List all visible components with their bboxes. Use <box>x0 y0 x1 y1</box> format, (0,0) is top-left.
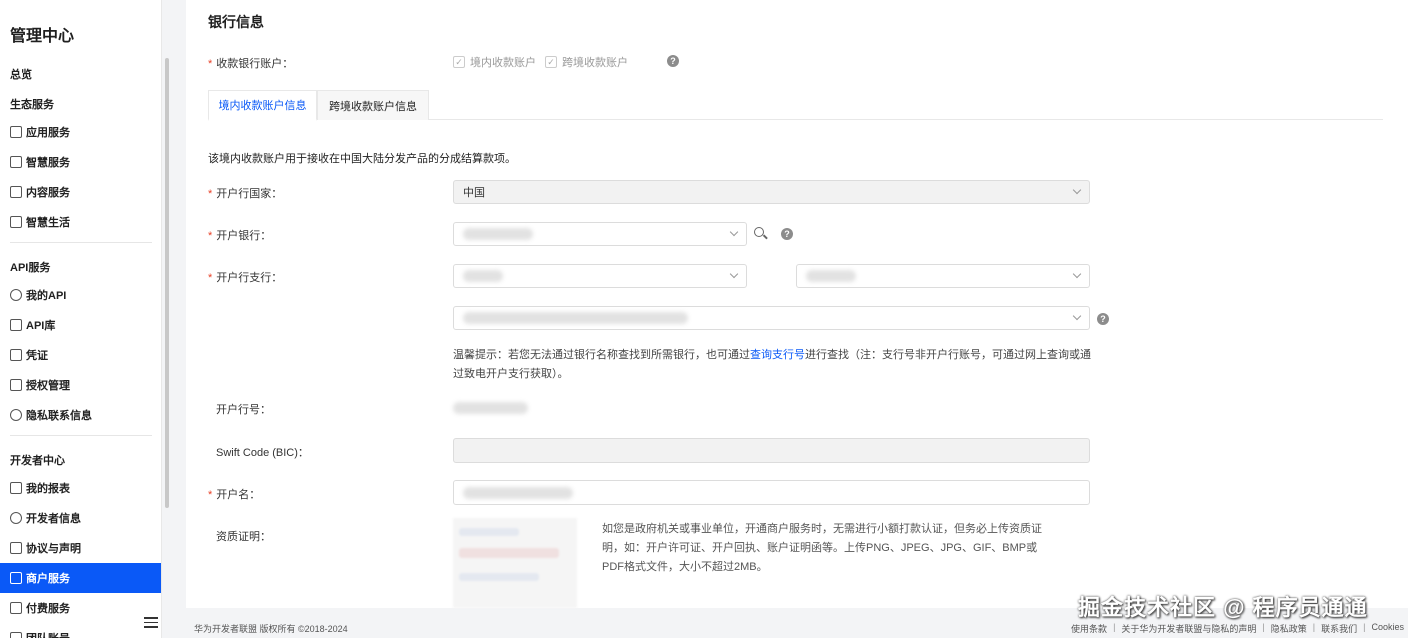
redacted-value <box>463 228 533 240</box>
chevron-down-icon <box>1072 185 1082 195</box>
api-icon <box>10 289 22 301</box>
user-icon <box>10 409 22 421</box>
branch-tip: 温馨提示：若您无法通过银行名称查找到所需银行，也可通过查询支行号进行查找（注：支… <box>453 349 1091 380</box>
main-panel: 银行信息 * 收款银行账户： ✓ 境内收款账户 ✓ 跨境收款账户 ? 境内收款账户信息… <box>186 0 1408 608</box>
sidebar-divider <box>10 435 152 436</box>
section-eco: 生态服务 <box>10 99 54 111</box>
footer-links: 使用条款 | 关于华为开发者联盟与隐私的声明 | 隐私政策 | 联系我们 | Cooki… <box>1071 622 1404 635</box>
bank-label: * 开户银行： <box>208 230 272 242</box>
chevron-down-icon <box>729 227 739 237</box>
account-type-label: * 收款银行账户： <box>208 58 294 70</box>
branch-label: * 开户行支行： <box>208 272 283 284</box>
collapse-menu-icon[interactable] <box>144 617 158 629</box>
shield-icon <box>10 379 22 391</box>
sidebar-item-auth[interactable]: 授权管理 <box>0 370 161 400</box>
bank-code-value <box>453 402 528 417</box>
sidebar-title: 管理中心 <box>10 28 75 45</box>
help-icon[interactable]: ? <box>1097 313 1109 325</box>
account-name-label: * 开户名： <box>208 489 261 501</box>
redacted-value <box>463 312 688 324</box>
redacted-value <box>463 486 573 499</box>
checkbox-icon: ✓ <box>545 56 557 68</box>
help-icon[interactable]: ? <box>781 228 793 240</box>
sidebar-item-my-api[interactable]: 我的API <box>0 280 161 310</box>
sidebar-item-smart-life[interactable]: 智慧生活 <box>0 207 161 237</box>
country-select[interactable]: 中国 <box>453 180 1090 204</box>
document-icon <box>10 349 22 361</box>
chart-icon <box>10 482 22 494</box>
footer-link-privacy-policy[interactable]: 隐私政策 <box>1271 622 1307 635</box>
crossborder-account-checkbox[interactable]: ✓ 跨境收款账户 <box>545 54 628 70</box>
qualification-description: 如您是政府机关或事业单位，开通商户服务时，无需进行小额打款认证，但务必上传资质证… <box>602 523 1042 573</box>
sidebar-item-content-service[interactable]: 内容服务 <box>0 177 161 207</box>
sidebar-item-reports[interactable]: 我的报表 <box>0 473 161 503</box>
footer-link-privacy-statement[interactable]: 关于华为开发者联盟与隐私的声明 <box>1121 622 1256 635</box>
home-icon <box>10 216 22 228</box>
help-icon[interactable]: ? <box>667 55 679 67</box>
chevron-down-icon <box>1072 269 1082 279</box>
chevron-down-icon <box>1072 311 1082 321</box>
sidebar-item-credentials[interactable]: 凭证 <box>0 340 161 370</box>
footer-link-contact[interactable]: 联系我们 <box>1321 622 1357 635</box>
tab-crossborder[interactable]: 跨境收款账户信息 <box>317 90 429 120</box>
bank-code-label: 开户行号： <box>216 404 271 416</box>
watermark: 掘金技术社区 @ 程序员通通 <box>1078 595 1368 620</box>
section-api: API服务 <box>10 262 51 274</box>
tab-description: 该境内收款账户用于接收在中国大陆分发产品的分成结算款项。 <box>208 153 516 165</box>
redacted-value <box>806 270 856 282</box>
sidebar-item-paid-service[interactable]: 付费服务 <box>0 593 161 623</box>
merchant-icon <box>10 572 22 584</box>
person-icon <box>10 512 22 524</box>
sidebar-item-agreements[interactable]: 协议与声明 <box>0 533 161 563</box>
sidebar-divider <box>10 242 152 243</box>
sidebar-item-privacy-contact[interactable]: 隐私联系信息 <box>0 400 161 430</box>
tab-domestic[interactable]: 境内收款账户信息 <box>208 90 317 121</box>
swift-input[interactable] <box>453 438 1090 463</box>
section-dev: 开发者中心 <box>10 455 65 467</box>
layers-icon <box>10 186 22 198</box>
agreement-icon <box>10 542 22 554</box>
copyright: 华为开发者联盟 版权所有 ©2018-2024 <box>194 624 348 634</box>
redacted-value <box>463 270 503 282</box>
sidebar-scrollbar[interactable] <box>165 58 169 508</box>
sidebar-item-smart-service[interactable]: 智慧服务 <box>0 147 161 177</box>
screen-icon <box>10 156 22 168</box>
bank-select[interactable] <box>453 222 747 246</box>
sidebar-item-dev-info[interactable]: 开发者信息 <box>0 503 161 533</box>
search-icon[interactable] <box>754 227 768 241</box>
checkbox-icon: ✓ <box>453 56 465 68</box>
page-title: 银行信息 <box>208 14 264 30</box>
qualification-label: 资质证明： <box>216 531 271 543</box>
footer-link-terms[interactable]: 使用条款 <box>1071 622 1107 635</box>
domestic-account-checkbox[interactable]: ✓ 境内收款账户 <box>453 54 536 70</box>
payment-icon <box>10 602 22 614</box>
branch-province-select[interactable] <box>453 264 747 288</box>
cube-icon <box>10 319 22 331</box>
sidebar: 管理中心 总览 生态服务 应用服务 智慧服务 内容服务 智慧生活 API服务 我… <box>0 0 162 638</box>
app-icon <box>10 126 22 138</box>
sidebar-item-merchant[interactable]: 商户服务 <box>0 563 161 593</box>
swift-label: Swift Code (BIC)： <box>216 447 309 459</box>
account-tabs: 境内收款账户信息 跨境收款账户信息 <box>208 90 1383 121</box>
query-branch-link[interactable]: 查询支行号 <box>750 349 805 361</box>
sidebar-item-app-service[interactable]: 应用服务 <box>0 117 161 147</box>
country-label: * 开户行国家： <box>208 188 283 200</box>
sidebar-item-team[interactable]: 团队账号 <box>0 623 161 638</box>
sidebar-item-api-library[interactable]: API库 <box>0 310 161 340</box>
chevron-down-icon <box>729 269 739 279</box>
sidebar-overview[interactable]: 总览 <box>10 66 32 82</box>
account-name-input[interactable] <box>453 480 1090 505</box>
footer-link-cookies[interactable]: Cookies <box>1371 622 1404 635</box>
branch-select[interactable] <box>453 306 1090 330</box>
redacted-value <box>453 402 528 414</box>
team-icon <box>10 632 22 638</box>
branch-city-select[interactable] <box>796 264 1090 288</box>
qualification-upload-preview[interactable] <box>453 518 577 608</box>
